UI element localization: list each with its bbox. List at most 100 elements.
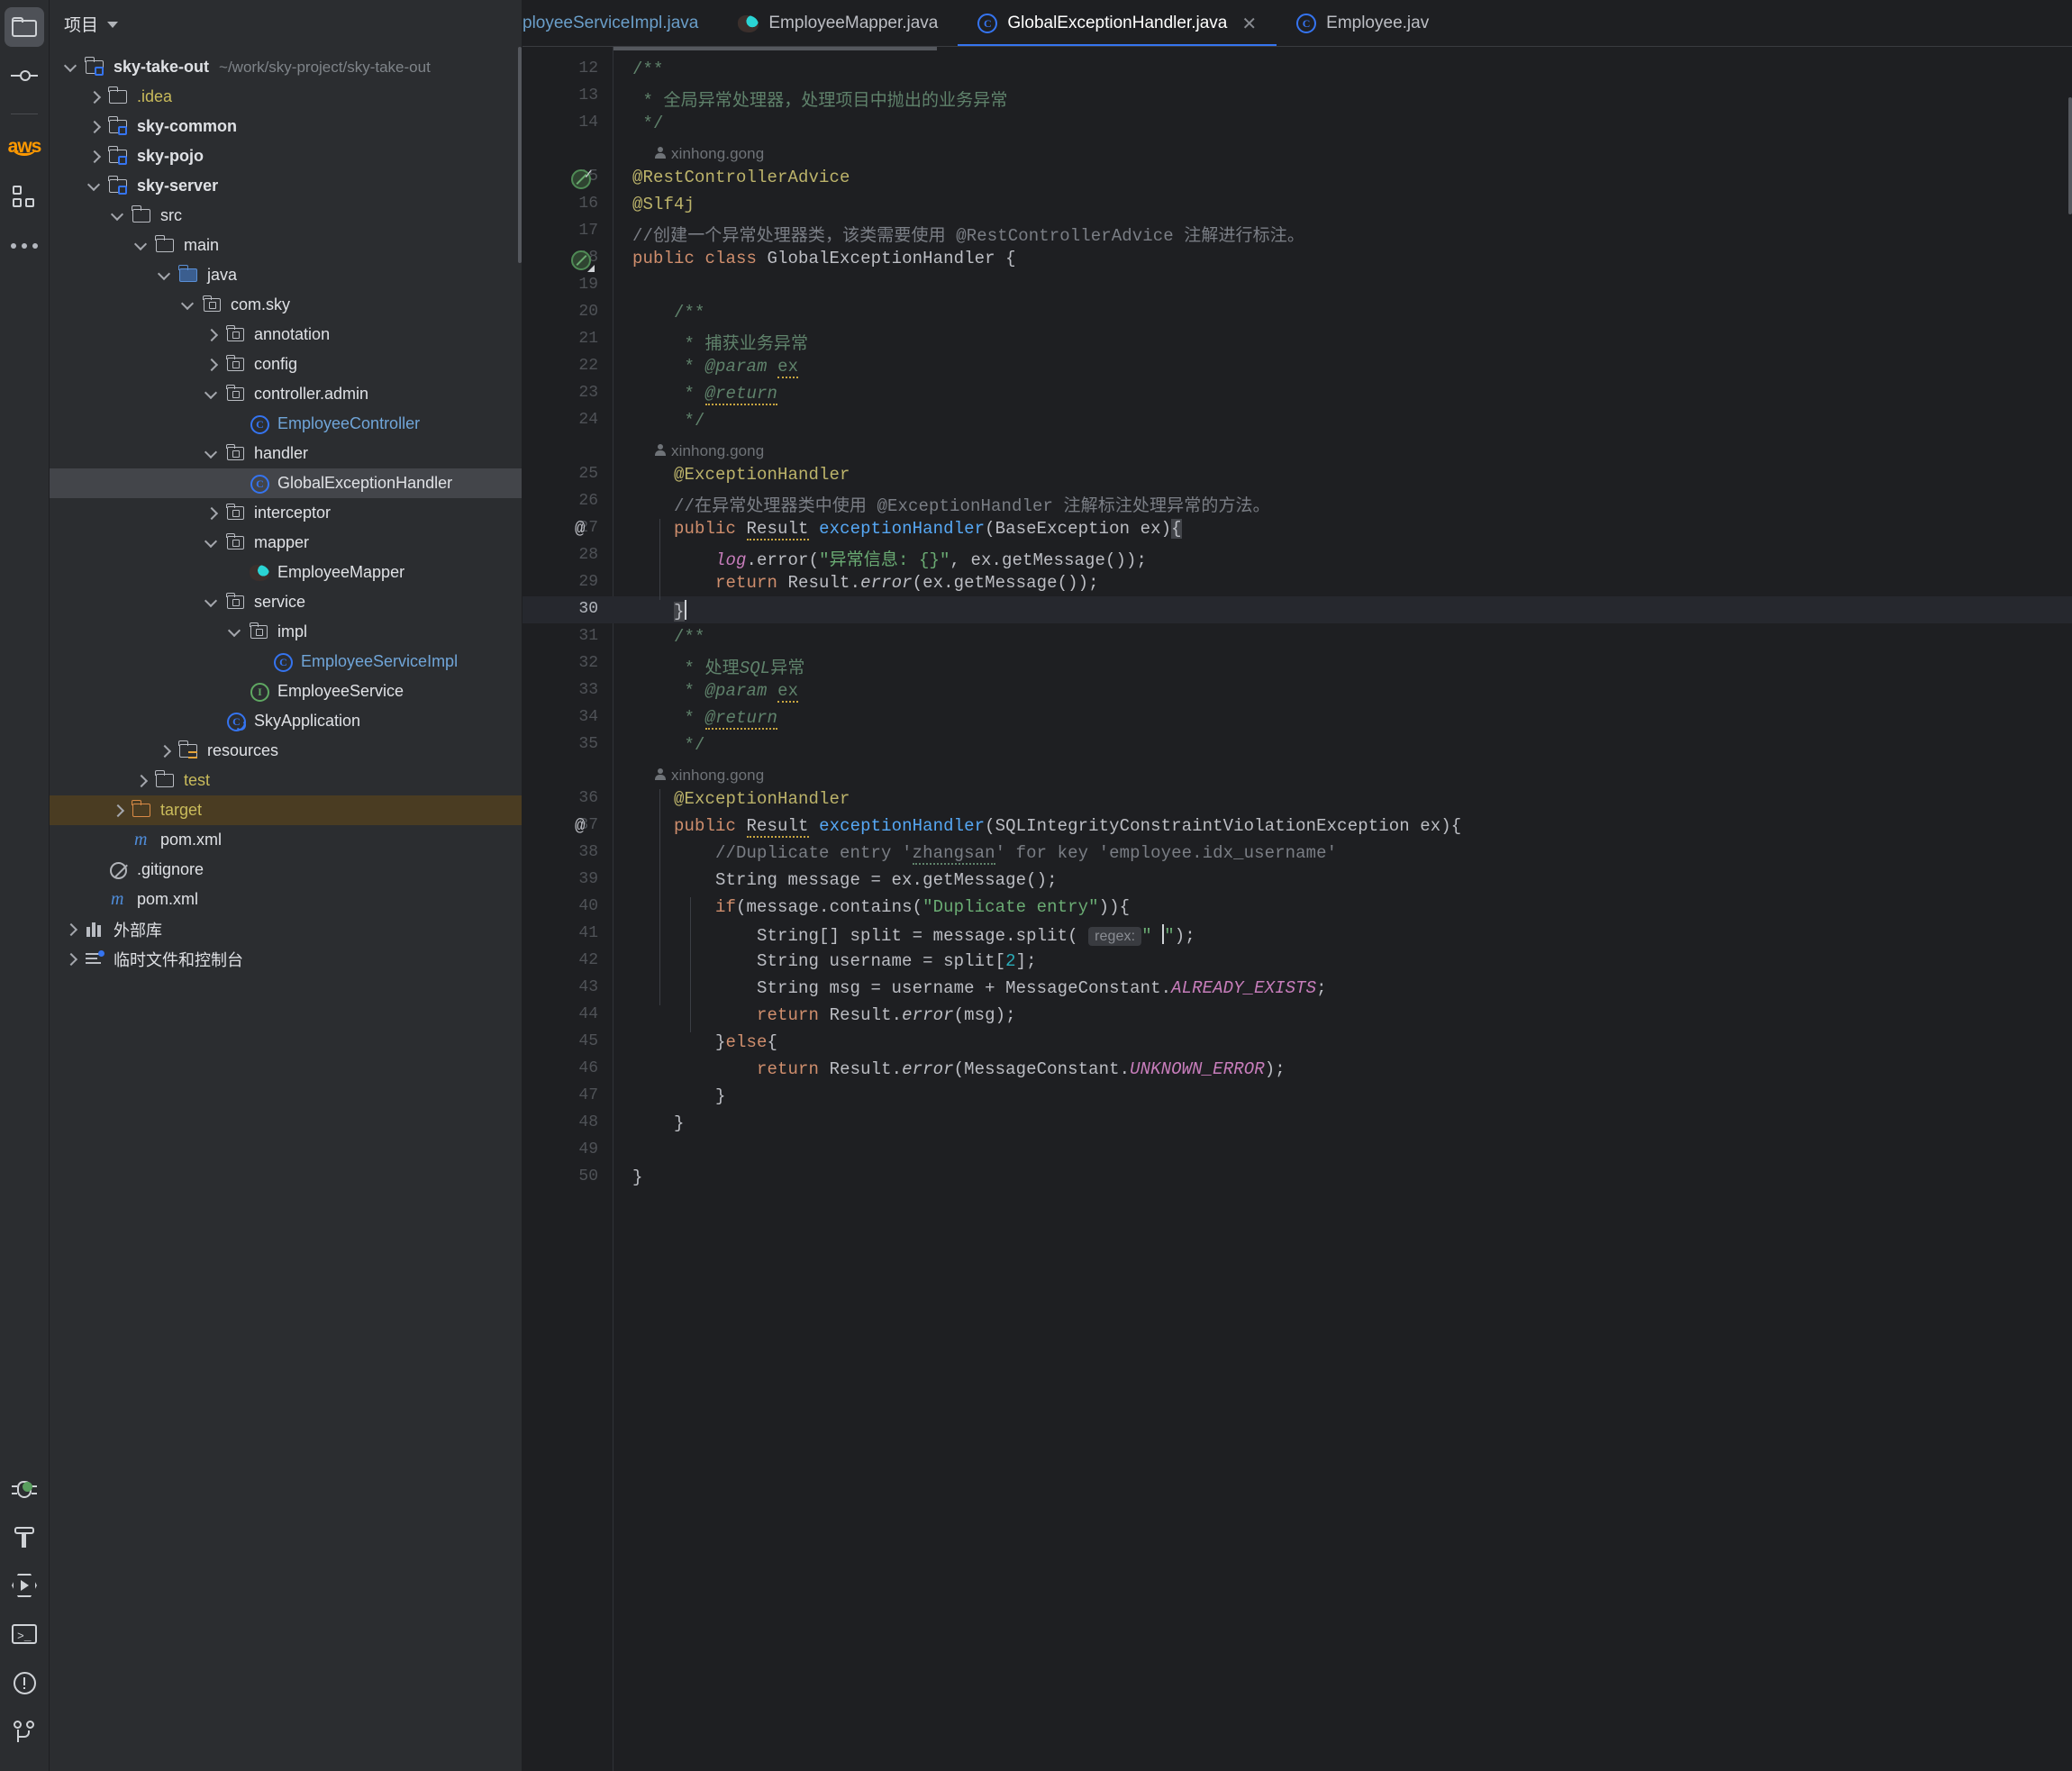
tree-toggle-arrow[interactable] <box>62 58 82 77</box>
tree-toggle-arrow[interactable] <box>203 355 223 375</box>
sidebar-scrollbar[interactable] <box>518 47 522 263</box>
tree-item--idea[interactable]: .idea <box>50 82 522 112</box>
tree-item-annotation[interactable]: annotation <box>50 320 522 350</box>
code-line[interactable]: return Result.error(MessageConstant.UNKN… <box>632 1059 1286 1079</box>
build-icon[interactable] <box>5 1517 44 1557</box>
version-control-icon[interactable] <box>5 1712 44 1751</box>
code-line[interactable]: * @return <box>632 708 778 730</box>
code-line[interactable]: //在异常处理器类中使用 @ExceptionHandler 注解标注处理异常的… <box>632 492 1270 516</box>
tree-item-employeemapper[interactable]: EmployeeMapper <box>50 558 522 587</box>
tree-item-resources[interactable]: resources <box>50 736 522 766</box>
code-line[interactable]: log.error("异常信息: {}", ex.getMessage()); <box>632 546 1147 570</box>
tree-toggle-arrow[interactable] <box>62 920 82 940</box>
tree-item-com-sky[interactable]: com.sky <box>50 290 522 320</box>
tree-toggle-arrow[interactable] <box>203 533 223 553</box>
tree-item-controller-admin[interactable]: controller.admin <box>50 379 522 409</box>
code-line[interactable]: * 处理SQL异常 <box>632 654 805 678</box>
code-line[interactable]: String username = split[2]; <box>632 951 1037 971</box>
tree-toggle-arrow[interactable] <box>203 325 223 345</box>
code-line[interactable]: * 捕获业务异常 <box>632 330 809 354</box>
code-line[interactable]: } <box>632 1167 643 1187</box>
project-panel-header[interactable]: 项目 <box>50 0 522 47</box>
debug-icon[interactable] <box>5 1468 44 1508</box>
tree-toggle-arrow[interactable] <box>203 504 223 523</box>
gutter-override-marker[interactable]: @ <box>575 519 585 539</box>
tree-item--[interactable]: 外部库 <box>50 914 522 944</box>
tree-toggle-arrow[interactable] <box>203 444 223 464</box>
tree-toggle-arrow[interactable] <box>62 949 82 969</box>
commit-icon[interactable] <box>5 56 44 95</box>
tree-toggle-arrow[interactable] <box>226 622 246 642</box>
tree-item-globalexceptionhandler[interactable]: C GlobalExceptionHandler <box>50 468 522 498</box>
tree-toggle-arrow[interactable] <box>109 206 129 226</box>
tree-item--gitignore[interactable]: .gitignore <box>50 855 522 885</box>
code-line[interactable]: public Result exceptionHandler(SQLIntegr… <box>632 816 1461 838</box>
more-icon[interactable] <box>5 226 44 266</box>
gutter-run-marker[interactable]: ✓ <box>571 167 594 189</box>
tree-toggle-arrow[interactable] <box>109 801 129 821</box>
code-line[interactable]: return Result.error(ex.getMessage()); <box>632 573 1099 593</box>
code-line[interactable]: */ <box>632 735 705 755</box>
code-line[interactable]: * 全局异常处理器，处理项目中抛出的业务异常 <box>632 86 1008 111</box>
tree-item--[interactable]: 临时文件和控制台 <box>50 944 522 974</box>
code-line[interactable]: */ <box>632 114 664 133</box>
code-line[interactable]: //创建一个异常处理器类，该类需要使用 @RestControllerAdvic… <box>632 222 1304 246</box>
problems-icon[interactable] <box>5 1663 44 1703</box>
editor-tab-employee-jav[interactable]: C Employee.jav <box>1277 0 1449 47</box>
tree-item-sky-server[interactable]: sky-server <box>50 171 522 201</box>
tree-toggle-arrow[interactable] <box>86 177 105 196</box>
tree-item-src[interactable]: src <box>50 201 522 231</box>
tree-item-test[interactable]: test <box>50 766 522 795</box>
plugins-icon[interactable] <box>5 177 44 217</box>
tree-toggle-arrow[interactable] <box>203 385 223 404</box>
code-line[interactable]: } <box>632 600 686 622</box>
code-line[interactable]: //Duplicate entry 'zhangsan' for key 'em… <box>632 843 1337 865</box>
tree-item-impl[interactable]: impl <box>50 617 522 647</box>
close-icon[interactable]: ✕ <box>1241 13 1257 35</box>
code-line[interactable]: String[] split = message.split( regex: " … <box>632 924 1195 946</box>
code-line[interactable]: @ExceptionHandler <box>632 789 850 809</box>
code-line[interactable]: /** <box>632 627 705 647</box>
tree-item-target[interactable]: target <box>50 795 522 825</box>
tree-toggle-arrow[interactable] <box>132 236 152 256</box>
code-line[interactable]: } <box>632 1086 726 1106</box>
code-line[interactable]: @Slf4j <box>632 195 695 214</box>
vertical-scrollbar[interactable] <box>2068 97 2072 214</box>
code-line[interactable]: @RestControllerAdvice <box>632 168 850 187</box>
code-line[interactable]: } <box>632 1113 685 1133</box>
code-content[interactable]: /** * 全局异常处理器，处理项目中抛出的业务异常 */ xinhong.gon… <box>613 47 2072 1771</box>
tree-toggle-arrow[interactable] <box>156 266 176 286</box>
run-icon[interactable] <box>5 1566 44 1605</box>
tree-item-employeeserviceimpl[interactable]: C EmployeeServiceImpl <box>50 647 522 677</box>
code-line[interactable]: * @return <box>632 384 778 405</box>
aws-icon[interactable]: aws <box>5 129 44 168</box>
code-line[interactable]: @ExceptionHandler <box>632 465 850 485</box>
terminal-icon[interactable]: >_ <box>5 1614 44 1654</box>
code-line[interactable]: public class GlobalExceptionHandler { <box>632 249 1016 268</box>
tree-item-config[interactable]: config <box>50 350 522 379</box>
tree-toggle-arrow[interactable] <box>86 87 105 107</box>
tree-item-sky-pojo[interactable]: sky-pojo <box>50 141 522 171</box>
tree-item-java[interactable]: java <box>50 260 522 290</box>
code-line[interactable]: * @param ex <box>632 681 799 703</box>
code-line[interactable]: if(message.contains("Duplicate entry")){ <box>632 897 1130 917</box>
editor-tab-ployeeserviceimpl-java[interactable]: ployeeServiceImpl.java <box>523 0 718 47</box>
tree-item-sky-take-out[interactable]: sky-take-out ~/work/sky-project/sky-take-… <box>50 52 522 82</box>
editor-tab-employeemapper-java[interactable]: EmployeeMapper.java <box>718 0 958 47</box>
code-line[interactable]: * @param ex <box>632 357 799 378</box>
editor-tab-globalexceptionhandler-java[interactable]: C GlobalExceptionHandler.java ✕ <box>958 0 1277 47</box>
tree-item-skyapplication[interactable]: C SkyApplication <box>50 706 522 736</box>
tree-item-handler[interactable]: handler <box>50 439 522 468</box>
code-line[interactable]: String message = ex.getMessage(); <box>632 870 1058 890</box>
chevron-down-icon[interactable] <box>107 22 119 28</box>
tree-toggle-arrow[interactable] <box>203 593 223 613</box>
tree-item-employeecontroller[interactable]: C EmployeeController <box>50 409 522 439</box>
gutter-override-marker[interactable]: @ <box>575 816 585 836</box>
gutter-run-marker[interactable] <box>571 250 595 272</box>
editor-gutter[interactable]: 12131415✓161718192021222324252627@282930… <box>523 47 613 1771</box>
code-line[interactable]: String msg = username + MessageConstant.… <box>632 978 1327 998</box>
tree-toggle-arrow[interactable] <box>86 147 105 167</box>
tree-item-main[interactable]: main <box>50 231 522 260</box>
tree-item-employeeservice[interactable]: I EmployeeService <box>50 677 522 706</box>
tree-item-service[interactable]: service <box>50 587 522 617</box>
